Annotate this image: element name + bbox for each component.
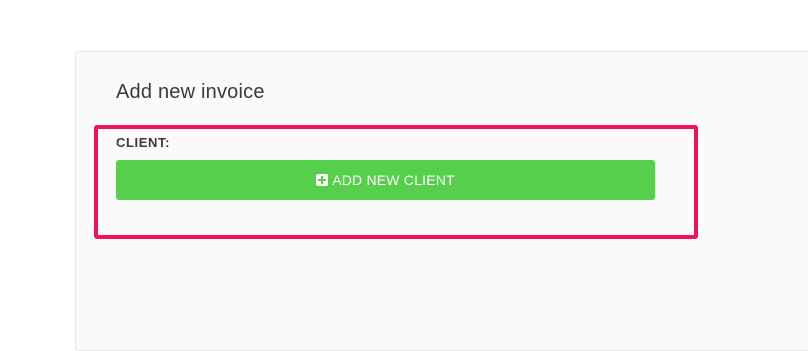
invoice-form-card: Add new invoice <box>75 51 808 351</box>
page-title: Add new invoice <box>116 81 265 103</box>
client-field-label: CLIENT: <box>116 135 171 150</box>
add-new-client-button-label: ADD NEW CLIENT <box>332 172 455 188</box>
plus-square-icon <box>316 174 329 186</box>
add-new-client-button[interactable]: ADD NEW CLIENT <box>116 160 655 200</box>
